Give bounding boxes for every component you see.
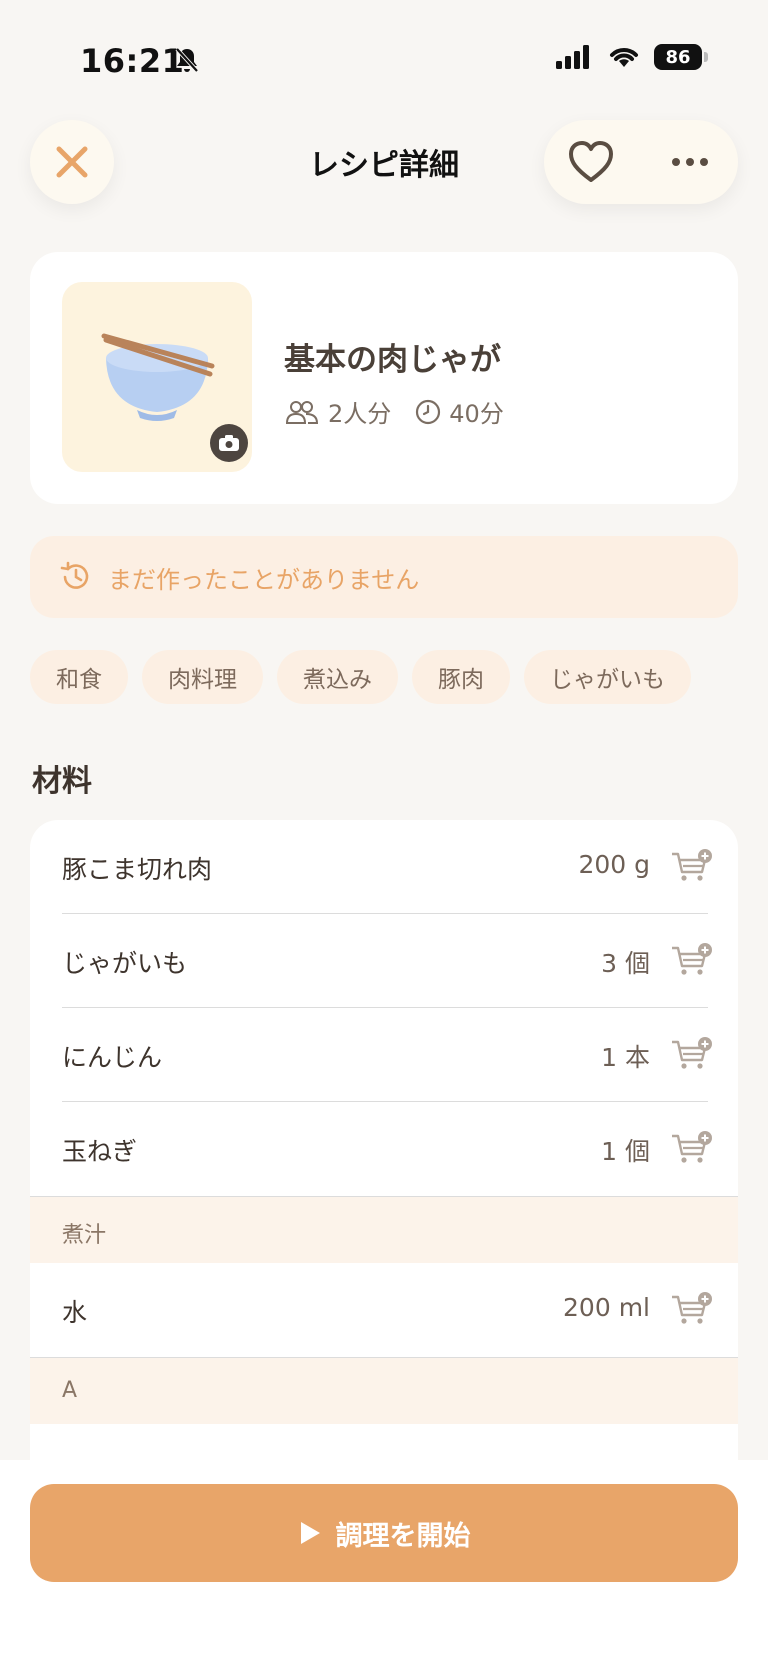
tag-chip[interactable]: 肉料理 xyxy=(142,650,263,704)
battery-indicator: 86 xyxy=(654,44,708,70)
ingredient-name: 水 xyxy=(62,1298,88,1327)
recipe-name: 基本の肉じゃが xyxy=(284,342,501,378)
more-dot-icon xyxy=(686,158,694,166)
ingredient-qty: 200 g xyxy=(578,850,650,879)
add-to-cart-button[interactable] xyxy=(670,1130,712,1170)
ingredient-group-header: 煮汁 xyxy=(30,1196,738,1263)
favorite-button[interactable] xyxy=(568,140,614,188)
tag-chip[interactable]: 和食 xyxy=(30,650,128,704)
heart-icon xyxy=(569,141,613,182)
ingredient-name: じゃがいも xyxy=(62,949,188,978)
ingredient-row-partial xyxy=(30,1424,738,1460)
header-actions xyxy=(544,120,738,204)
cart-plus-icon xyxy=(672,1292,712,1324)
ingredient-qty: 1 本 xyxy=(601,1043,650,1072)
cart-plus-icon xyxy=(672,1131,712,1163)
change-photo-button[interactable] xyxy=(210,424,248,462)
cart-plus-icon xyxy=(672,849,712,881)
start-cooking-label: 調理を開始 xyxy=(335,1520,471,1552)
camera-icon xyxy=(219,435,239,451)
bottom-bar: 調理を開始 xyxy=(0,1460,768,1670)
ingredient-row: にんじん 1 本 xyxy=(30,1008,738,1102)
tag-chip[interactable]: 煮込み xyxy=(277,650,398,704)
cook-time-text: 40分 xyxy=(449,400,504,428)
clock-icon xyxy=(416,399,441,424)
servings-text: 2人分 xyxy=(328,400,392,428)
people-icon xyxy=(285,400,319,424)
history-icon xyxy=(60,561,89,589)
more-options-button[interactable] xyxy=(672,158,708,166)
silent-bell-icon xyxy=(174,46,200,78)
cart-plus-icon xyxy=(672,943,712,975)
ingredients-title: 材料 xyxy=(32,764,92,799)
more-dot-icon xyxy=(700,158,708,166)
start-cooking-button[interactable]: 調理を開始 xyxy=(30,1484,738,1582)
status-bar: 16:21 86 xyxy=(0,0,768,110)
add-to-cart-button[interactable] xyxy=(670,1291,712,1331)
history-text: まだ作ったことがありません xyxy=(108,565,420,594)
recipe-meta: 2人分 40分 xyxy=(284,394,504,429)
status-time: 16:21 xyxy=(80,42,185,80)
ingredient-row: 豚こま切れ肉 200 g xyxy=(30,820,738,914)
ingredient-qty: 200 ml xyxy=(563,1293,650,1322)
recipe-card: 基本の肉じゃが 2人分 40分 xyxy=(30,252,738,504)
ingredient-name: 豚こま切れ肉 xyxy=(62,855,213,884)
add-to-cart-button[interactable] xyxy=(670,942,712,982)
ingredient-row: 水 200 ml xyxy=(30,1263,738,1357)
play-icon xyxy=(300,1522,320,1544)
cook-history-banner: まだ作ったことがありません xyxy=(30,536,738,618)
tag-chip[interactable]: じゃがいも xyxy=(524,650,691,704)
ingredient-name: 玉ねぎ xyxy=(62,1137,138,1166)
ingredient-qty: 3 個 xyxy=(601,949,650,978)
cart-plus-icon xyxy=(672,1037,712,1069)
wifi-icon xyxy=(610,48,638,67)
ingredient-row: 玉ねぎ 1 個 xyxy=(30,1102,738,1196)
ingredient-name: にんじん xyxy=(62,1043,163,1072)
ingredient-group-header: A xyxy=(30,1357,738,1424)
group-label: 煮汁 xyxy=(62,1223,107,1248)
ingredient-row: じゃがいも 3 個 xyxy=(30,914,738,1008)
add-to-cart-button[interactable] xyxy=(670,1036,712,1076)
add-to-cart-button[interactable] xyxy=(670,848,712,888)
more-dot-icon xyxy=(672,158,680,166)
ingredient-qty: 1 個 xyxy=(601,1137,650,1166)
tag-list: 和食 肉料理 煮込み 豚肉 じゃがいも xyxy=(30,650,691,704)
group-label: A xyxy=(62,1378,78,1403)
signal-icon xyxy=(556,45,589,69)
tag-chip[interactable]: 豚肉 xyxy=(412,650,510,704)
ingredients-list: 豚こま切れ肉 200 g じゃがいも 3 個 にんじん 1 本 玉ねぎ 1 個 … xyxy=(30,820,738,1460)
